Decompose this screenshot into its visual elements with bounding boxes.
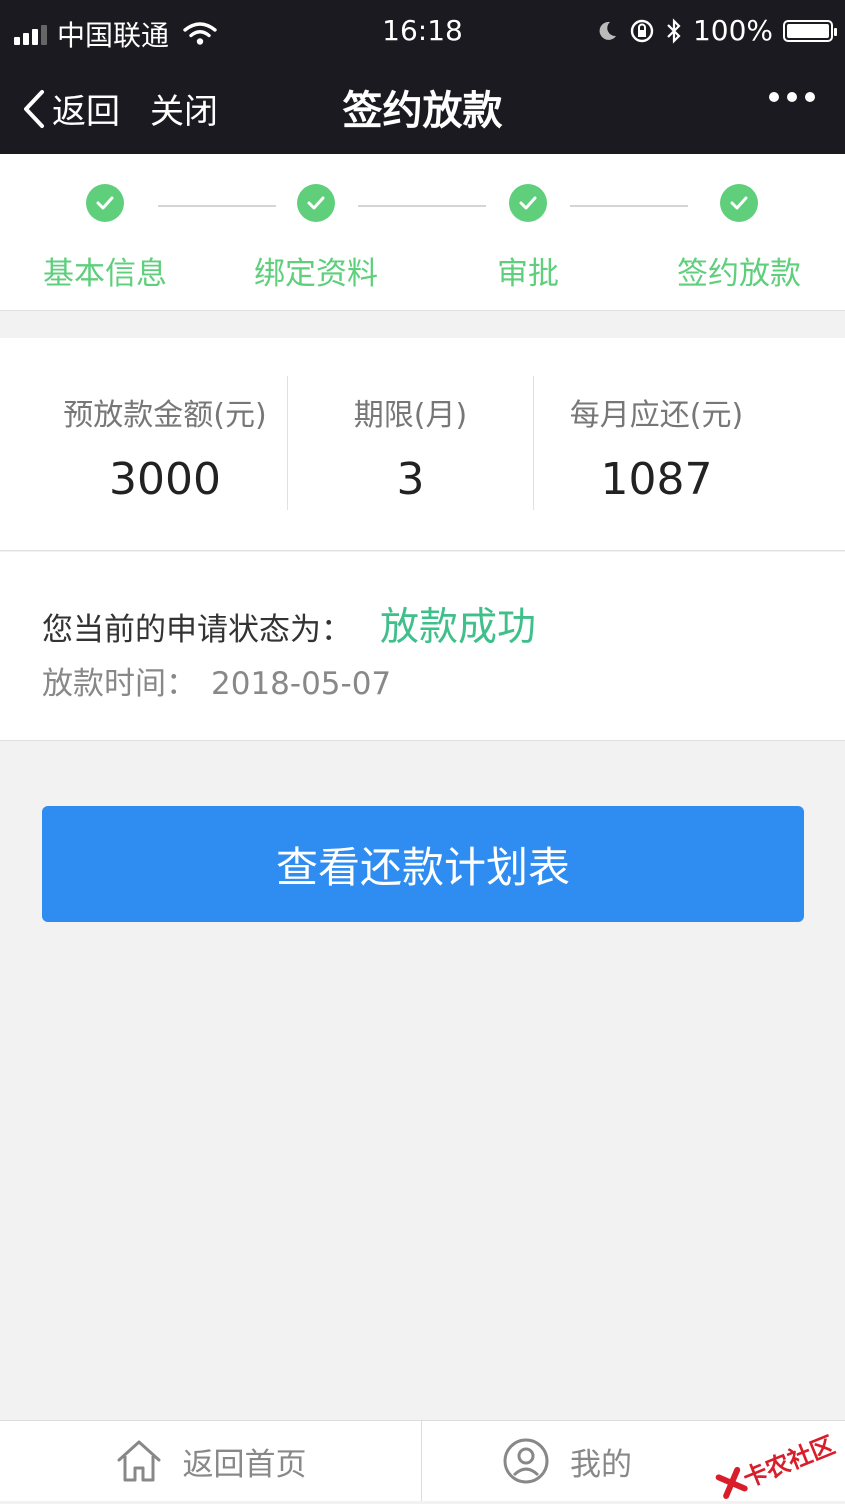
back-button[interactable]: 返回	[22, 84, 120, 133]
nav-bar: 返回 关闭 签约放款	[0, 62, 845, 154]
check-circle-icon	[720, 184, 758, 222]
tab-mine-label: 我的	[570, 1446, 632, 1483]
bottom-tab-bar: 返回首页 我的	[0, 1420, 845, 1501]
battery-percent: 100%	[692, 14, 773, 47]
summary-amount: 预放款金额(元) 3000	[0, 338, 330, 550]
summary-term: 期限(月) 3	[288, 338, 533, 550]
step-basic-info: 基本信息	[5, 184, 205, 293]
tab-mine[interactable]: 我的	[422, 1421, 712, 1501]
step-label: 审批	[497, 256, 559, 292]
check-circle-icon	[509, 184, 547, 222]
loan-time-line: 放款时间： 2018-05-07	[42, 658, 391, 703]
check-circle-icon	[297, 184, 335, 222]
page-title: 签约放款	[342, 88, 503, 134]
progress-steps: 基本信息 绑定资料 审批 签约放款	[0, 154, 845, 311]
more-menu-icon[interactable]	[769, 92, 815, 102]
user-icon	[503, 1438, 549, 1484]
battery-icon	[783, 19, 837, 42]
step-label: 绑定资料	[254, 256, 378, 292]
step-label: 签约放款	[677, 256, 801, 292]
step-label: 基本信息	[43, 256, 167, 292]
tab-home[interactable]: 返回首页	[0, 1421, 421, 1501]
status-label: 您当前的申请状态为：	[42, 612, 352, 648]
home-icon	[117, 1440, 160, 1482]
summary-value: 3000	[109, 454, 221, 505]
rotation-lock-icon	[630, 19, 654, 42]
close-button[interactable]: 关闭	[150, 84, 218, 133]
check-circle-icon	[86, 184, 124, 222]
loan-summary: 预放款金额(元) 3000 期限(月) 3 每月应还(元) 1087	[0, 338, 845, 551]
summary-header: 期限(月)	[353, 398, 468, 433]
loan-time-value: 2018-05-07	[211, 666, 392, 702]
summary-monthly: 每月应还(元) 1087	[534, 338, 779, 550]
tab-home-label: 返回首页	[182, 1446, 307, 1483]
step-sign-loan: 签约放款	[639, 184, 839, 293]
summary-value: 3	[396, 454, 425, 505]
status-bar: 中国联通 16:18 100%	[0, 0, 845, 62]
loan-time-label: 放款时间：	[42, 666, 197, 702]
summary-value: 1087	[600, 454, 713, 505]
chevron-left-icon	[24, 89, 44, 128]
status-right: 100%	[595, 14, 837, 47]
step-approval: 审批	[428, 184, 628, 293]
status-value: 放款成功	[380, 605, 537, 650]
summary-header: 预放款金额(元)	[63, 398, 267, 433]
bluetooth-icon	[667, 17, 681, 44]
back-label: 返回	[52, 92, 120, 132]
step-bind-materials: 绑定资料	[216, 184, 416, 293]
application-status: 您当前的申请状态为： 放款成功 放款时间： 2018-05-07	[0, 552, 845, 741]
view-repayment-plan-button[interactable]: 查看还款计划表	[42, 806, 804, 922]
summary-header: 每月应还(元)	[569, 398, 744, 433]
moon-icon	[599, 21, 616, 40]
status-line: 您当前的申请状态为： 放款成功	[42, 596, 536, 652]
